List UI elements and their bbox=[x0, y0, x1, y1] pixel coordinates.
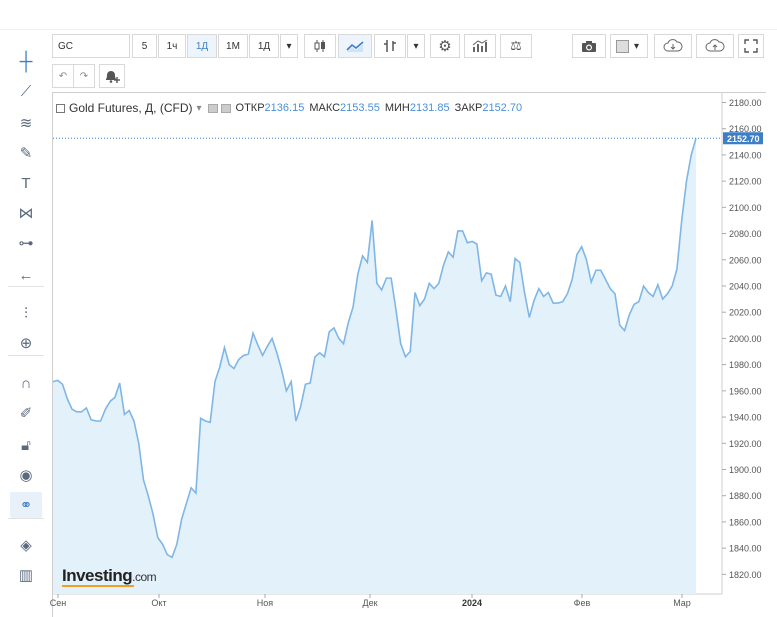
candles-button[interactable] bbox=[304, 34, 336, 58]
magnet-tool[interactable]: ∩ bbox=[10, 370, 42, 396]
trash-tool[interactable]: ▥ bbox=[10, 562, 42, 588]
fullscreen-button[interactable] bbox=[738, 34, 764, 58]
pencil-lock-tool[interactable]: ✐ bbox=[10, 400, 42, 426]
camera-icon bbox=[582, 40, 596, 52]
cropped-text bbox=[44, 0, 47, 8]
hide-series-icon[interactable] bbox=[207, 103, 218, 113]
back-arrow-icon: ← bbox=[18, 266, 34, 284]
indicators-button[interactable] bbox=[464, 34, 496, 58]
eye-icon: ◉ bbox=[19, 467, 33, 484]
chevron-down-icon: ▾ bbox=[634, 40, 640, 52]
investing-logo: Investing.com bbox=[62, 566, 157, 587]
indicators-tool[interactable]: ⫶ bbox=[10, 300, 42, 326]
fib-tool[interactable]: ≋ bbox=[10, 110, 42, 136]
text-tool[interactable]: T bbox=[10, 170, 42, 196]
back-arrow-tool[interactable]: ← bbox=[10, 262, 42, 288]
top-strip bbox=[0, 0, 777, 30]
undo-button[interactable]: ↶ bbox=[52, 64, 74, 88]
measure-icon: ⊶ bbox=[18, 235, 34, 252]
crosshair-icon: ┼ bbox=[19, 50, 33, 71]
chevron-down-icon: ▾ bbox=[286, 40, 292, 52]
chevron-down-icon: ▾ bbox=[413, 40, 419, 52]
toolbar-separator bbox=[8, 286, 44, 287]
link-tool[interactable]: ⚭ bbox=[10, 492, 42, 518]
indicators-icon bbox=[472, 39, 488, 52]
fib-icon: ≋ bbox=[19, 115, 33, 132]
brush-icon: ✎ bbox=[19, 145, 33, 162]
pattern-icon: ⋈ bbox=[18, 205, 34, 222]
settings-icon: ⚙ bbox=[438, 38, 452, 55]
indicators-icon: ⫶ bbox=[24, 304, 28, 322]
legend-dropdown-icon[interactable]: ▾ bbox=[196, 103, 201, 114]
layers-tool[interactable]: ◈ bbox=[10, 532, 42, 558]
legend-low-label: МИН bbox=[384, 102, 410, 114]
line-chart-icon bbox=[346, 41, 364, 52]
logo-suffix: .com bbox=[132, 570, 157, 584]
chart-panel[interactable] bbox=[52, 92, 766, 617]
lock-tool[interactable]: 🔓︎ bbox=[10, 432, 42, 458]
legend-close-value: 2152.70 bbox=[482, 102, 523, 114]
interval-1d[interactable]: 1Д bbox=[187, 34, 217, 58]
fullscreen-icon bbox=[744, 39, 758, 53]
crosshair-tool[interactable]: ┼ bbox=[10, 48, 42, 74]
bars-button[interactable] bbox=[374, 34, 406, 58]
bars-icon bbox=[384, 40, 396, 52]
add-alert-button[interactable] bbox=[99, 64, 125, 88]
left-toolbar: ┼ ⟋ ≋ ✎ T ⋈ ⊶ ← ⫶ ⊕ ∩ ✐ 🔓︎ ◉ ⚭ ◈ ▥ bbox=[0, 30, 52, 617]
collapse-legend-icon[interactable] bbox=[56, 103, 65, 113]
cloud-download-icon bbox=[663, 39, 683, 52]
chart-type-dropdown[interactable]: ▾ bbox=[407, 34, 425, 58]
series-settings-icon[interactable] bbox=[220, 103, 231, 113]
zoom-in-tool[interactable]: ⊕ bbox=[10, 330, 42, 356]
layers-icon: ◈ bbox=[20, 537, 32, 554]
settings-button[interactable]: ⚙ bbox=[430, 34, 460, 58]
color-picker-button[interactable]: ▾ bbox=[610, 34, 648, 58]
text-icon: T bbox=[21, 174, 31, 192]
toolbar-separator bbox=[8, 518, 44, 519]
logo-brand: Investing bbox=[62, 566, 133, 585]
chart-legend: Gold Futures, Д, (CFD) ▾ ОТКР 2136.15 МА… bbox=[56, 100, 522, 116]
screenshot-button[interactable] bbox=[572, 34, 606, 58]
interval-1m[interactable]: 1М bbox=[218, 34, 248, 58]
interval-dropdown[interactable]: ▾ bbox=[280, 34, 298, 58]
logo-underline bbox=[62, 585, 134, 587]
magnet-icon: ∩ bbox=[20, 374, 32, 392]
pattern-tool[interactable]: ⋈ bbox=[10, 200, 42, 226]
compare-icon: ⚖ bbox=[510, 38, 522, 53]
trendline-icon: ⟋ bbox=[20, 82, 32, 100]
save-chart-button[interactable] bbox=[696, 34, 734, 58]
legend-title: Gold Futures, Д, (CFD) bbox=[69, 101, 193, 115]
legend-high-label: МАКС bbox=[309, 102, 341, 114]
symbol-input[interactable] bbox=[52, 34, 130, 58]
redo-icon: ↷ bbox=[79, 70, 89, 82]
interval-custom[interactable]: 1Д bbox=[249, 34, 279, 58]
interval-5[interactable]: 5 bbox=[132, 34, 157, 58]
trash-icon: ▥ bbox=[18, 567, 34, 584]
measure-tool[interactable]: ⊶ bbox=[10, 230, 42, 256]
chart-toolbar: 5 1ч 1Д 1М 1Д ▾ ▾ ⚙ ⚖ ▾ bbox=[52, 34, 767, 60]
trendline-tool[interactable]: ⟋ bbox=[10, 78, 42, 104]
compare-button[interactable]: ⚖ bbox=[500, 34, 532, 58]
eye-tool[interactable]: ◉ bbox=[10, 462, 42, 488]
legend-high-value: 2153.55 bbox=[340, 102, 380, 114]
cloud-upload-icon bbox=[705, 39, 725, 52]
zoom-in-icon: ⊕ bbox=[19, 335, 33, 352]
legend-close-label: ЗАКР bbox=[454, 102, 483, 114]
legend-low-value: 2131.85 bbox=[409, 102, 450, 114]
legend-open-value: 2136.15 bbox=[264, 102, 305, 114]
load-chart-button[interactable] bbox=[654, 34, 692, 58]
legend-open-label: ОТКР bbox=[235, 102, 265, 114]
pencil-lock-icon: ✐ bbox=[19, 405, 33, 422]
candles-icon bbox=[314, 40, 325, 52]
redo-button[interactable]: ↷ bbox=[73, 64, 95, 88]
lock-icon: 🔓︎ bbox=[21, 436, 31, 454]
link-icon: ⚭ bbox=[19, 497, 33, 514]
bell-plus-icon bbox=[106, 71, 120, 83]
color-box-icon bbox=[616, 39, 629, 53]
toolbar-separator bbox=[8, 355, 44, 356]
undo-icon: ↶ bbox=[58, 70, 68, 82]
line-chart-button[interactable] bbox=[338, 34, 372, 58]
brush-tool[interactable]: ✎ bbox=[10, 140, 42, 166]
interval-1h[interactable]: 1ч bbox=[158, 34, 186, 58]
